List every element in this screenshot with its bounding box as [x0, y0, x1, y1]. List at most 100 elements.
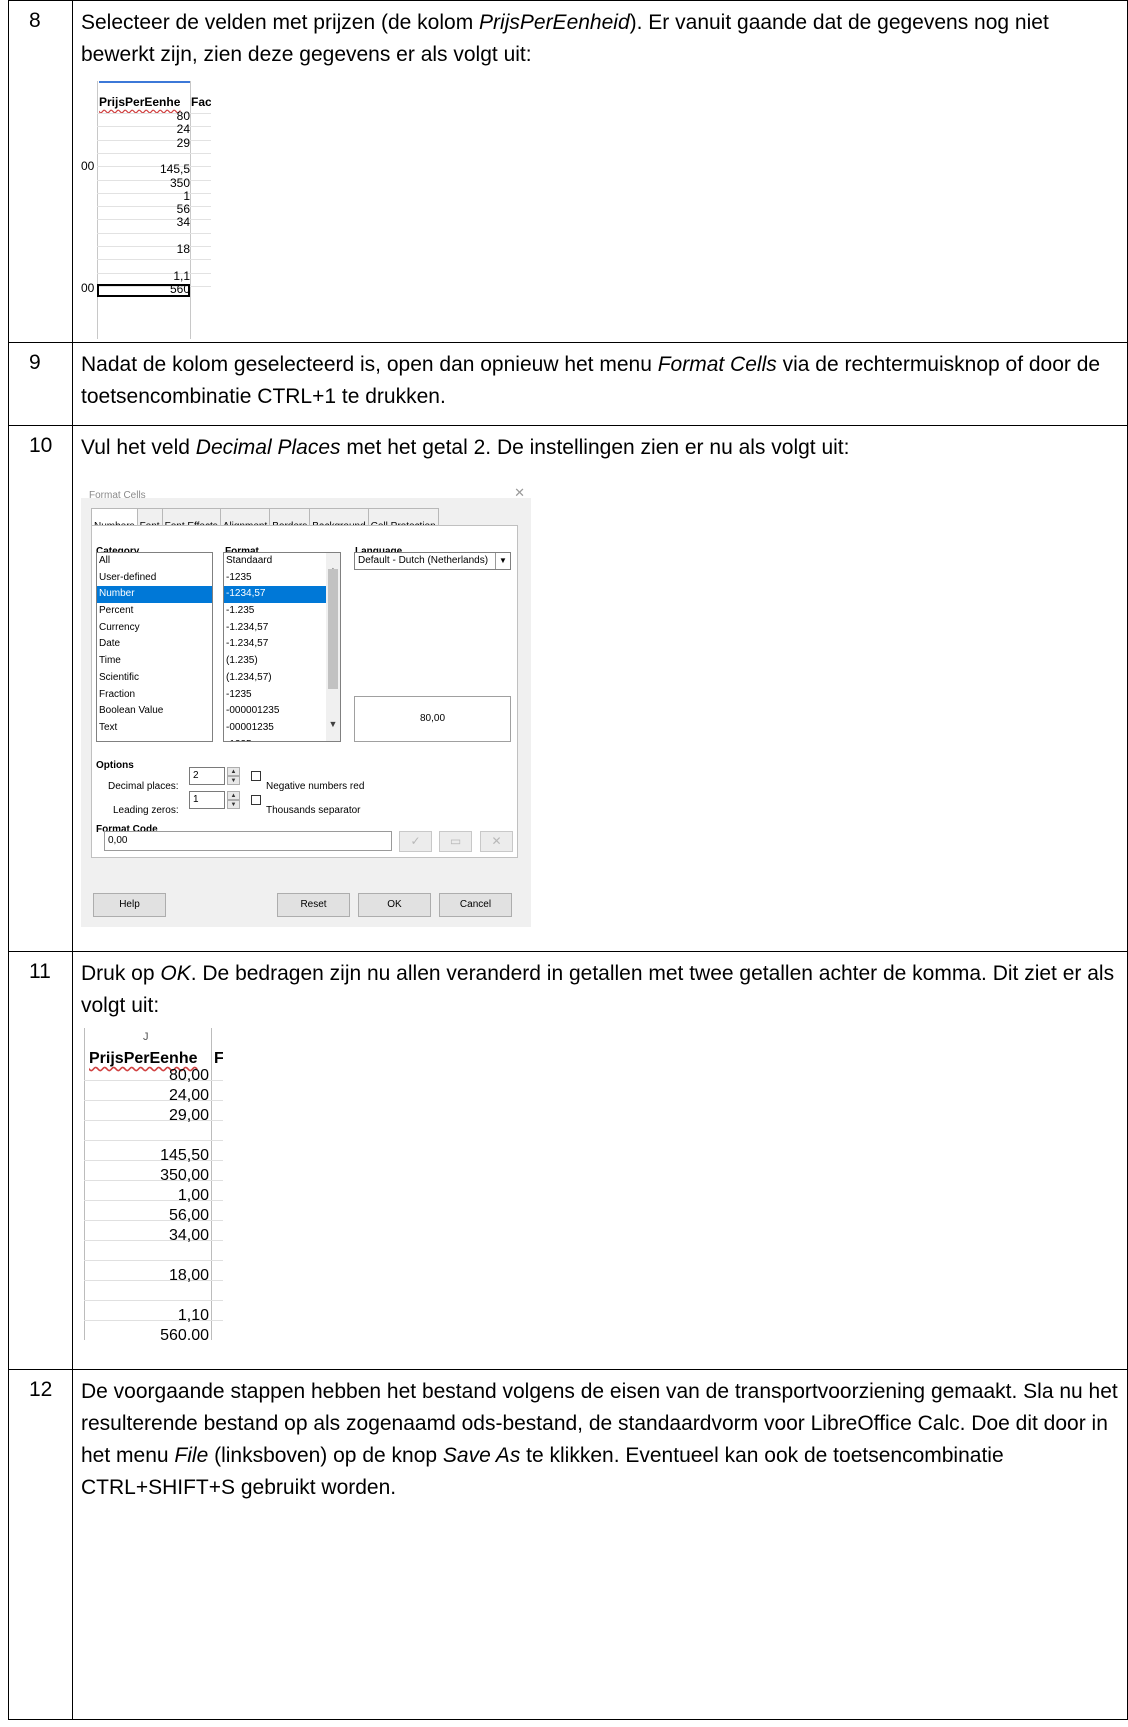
category-item[interactable]: Number — [97, 586, 212, 604]
steps-table: 8 Selecteer de velden met prijzen (de ko… — [8, 0, 1128, 1720]
format-item[interactable]: -1235 — [224, 687, 326, 704]
ok-button[interactable]: OK — [358, 893, 431, 917]
format-preview: 80,00 — [354, 696, 511, 742]
reset-button[interactable]: Reset — [277, 893, 350, 917]
format-item[interactable]: -1.234,57 — [224, 636, 326, 653]
cell-value[interactable]: 34,00 — [85, 1220, 209, 1252]
step-row-11: 11 Druk op OK. De bedragen zijn nu allen… — [8, 951, 1128, 1370]
tab-alignment[interactable]: Alignment — [219, 508, 271, 532]
step-content: Selecteer de velden met prijzen (de kolo… — [72, 0, 1128, 343]
step-text: Druk op OK. De bedragen zijn nu allen ve… — [81, 958, 1119, 1022]
category-item[interactable]: All — [97, 553, 212, 570]
leading-zeros-field[interactable]: 1 — [189, 791, 225, 809]
step-row-10: 10 Vul het veld Decimal Places met het g… — [8, 425, 1128, 952]
format-item[interactable]: Standaard — [224, 553, 326, 570]
step-text-emphasis: File — [174, 1444, 209, 1467]
category-item[interactable]: Time — [97, 653, 212, 670]
step-content: Druk op OK. De bedragen zijn nu allen ve… — [72, 951, 1128, 1370]
cell-value[interactable]: 29,00 — [85, 1100, 209, 1132]
next-column-header: F — [214, 1050, 223, 1067]
language-select[interactable]: Default - Dutch (Netherlands) ▼ — [354, 552, 511, 570]
category-list[interactable]: All User-defined Number Percent Currency Date… — [96, 552, 213, 742]
format-item[interactable]: -1.235 — [224, 603, 326, 620]
side-cell: 00 — [81, 281, 95, 295]
step-text-emphasis: Decimal Places — [195, 436, 341, 459]
chevron-down-icon[interactable]: ▼ — [495, 553, 510, 569]
category-item[interactable]: Text — [97, 720, 212, 737]
category-item[interactable]: Currency — [97, 620, 212, 637]
step-content: Vul het veld Decimal Places met het geta… — [72, 425, 1128, 952]
delete-icon[interactable]: ✕ — [480, 831, 513, 852]
step-row-12: 12 De voorgaande stappen hebben het best… — [8, 1369, 1128, 1720]
step-text-part: Druk op — [81, 962, 161, 985]
step-number: 9 — [8, 342, 73, 426]
preview-value: 80,00 — [419, 713, 446, 724]
tab-font[interactable]: Font — [136, 508, 163, 532]
category-item[interactable]: Fraction — [97, 687, 212, 704]
step-text: Vul het veld Decimal Places met het geta… — [81, 432, 1119, 464]
step-text: Nadat de kolom geselecteerd is, open dan… — [81, 349, 1119, 413]
format-item[interactable]: -1235 — [224, 737, 326, 741]
step-text-emphasis: Save As — [442, 1444, 521, 1467]
format-item[interactable]: -1234,57 — [224, 586, 326, 604]
cancel-button[interactable]: Cancel — [439, 893, 512, 917]
side-cell: 00 — [81, 159, 95, 173]
category-item[interactable]: Percent — [97, 603, 212, 620]
format-item[interactable]: -000001235 — [224, 703, 326, 720]
thousands-separator-checkbox[interactable] — [251, 795, 261, 805]
numbers-panel: Category Format Language AllUser-defined… — [91, 525, 518, 858]
category-item[interactable]: Boolean Value — [97, 703, 212, 720]
step-content: Nadat de kolom geselecteerd is, open dan… — [72, 342, 1128, 426]
step-text-emphasis: OK — [160, 962, 191, 985]
format-item[interactable]: (1.234,57) — [224, 670, 326, 687]
step-text-part: (linksboven) op de knop — [208, 1444, 443, 1467]
step-text-part: Vul het veld — [81, 436, 196, 459]
format-cells-dialog: Format Cells ✕ Numbers Font Font Effects… — [81, 472, 531, 927]
dialog-tabs: Numbers Font Font Effects Alignment Bord… — [91, 508, 439, 532]
format-item[interactable]: -00001235 — [224, 720, 326, 737]
tab-background[interactable]: Background — [309, 508, 369, 532]
scroll-down-icon[interactable]: ▼ — [326, 708, 340, 740]
tab-borders[interactable]: Borders — [269, 508, 311, 532]
step-row-8: 8 Selecteer de velden met prijzen (de ko… — [8, 0, 1128, 343]
step-text-emphasis: PrijsPerEenheid — [479, 11, 630, 34]
category-item[interactable]: User-defined — [97, 570, 212, 587]
tab-cell-protection[interactable]: Cell Protection — [367, 508, 439, 532]
thousands-separator-label: Thousands separator — [266, 805, 361, 816]
spreadsheet-before: PrijsPerEenhe Fac 80 24 29 145,5 350 1 56 34 18 1… — [81, 81, 211, 339]
comment-icon[interactable]: ▭ — [439, 831, 472, 852]
tab-numbers[interactable]: Numbers — [91, 508, 138, 532]
tab-font-effects[interactable]: Font Effects — [161, 508, 221, 532]
cell-value[interactable]: 560,00 — [85, 1320, 209, 1340]
close-icon[interactable]: ✕ — [514, 477, 525, 509]
spin-down-icon[interactable]: ▼ — [227, 800, 240, 809]
cell-value[interactable]: 18,00 — [85, 1260, 209, 1292]
dialog-titlebar: Format Cells ✕ — [81, 472, 531, 501]
step-number: 8 — [8, 0, 73, 343]
format-list-scrollbar[interactable]: ▲ ▼ — [326, 553, 340, 741]
category-item[interactable]: Date — [97, 636, 212, 653]
format-item[interactable]: -1.234,57 — [224, 620, 326, 637]
spin-up-icon[interactable]: ▲ — [227, 767, 240, 776]
category-item[interactable]: Scientific — [97, 670, 212, 687]
step-text-part: Selecteer de velden met prijzen (de kolo… — [81, 11, 480, 34]
spin-down-icon[interactable]: ▼ — [227, 776, 240, 785]
step-number: 11 — [8, 951, 73, 1370]
spin-up-icon[interactable]: ▲ — [227, 791, 240, 800]
negative-red-checkbox[interactable] — [251, 771, 261, 781]
active-cell[interactable] — [97, 284, 190, 297]
format-list[interactable]: Standaard -1235 -1234,57 -1.235 -1.234,57 -1.… — [223, 552, 341, 742]
step-text: De voorgaande stappen hebben het bestand… — [81, 1376, 1119, 1504]
help-button[interactable]: Help — [93, 893, 166, 917]
step-content: De voorgaande stappen hebben het bestand… — [72, 1369, 1128, 1720]
format-item[interactable]: (1.235) — [224, 653, 326, 670]
format-item[interactable]: -1235 — [224, 570, 326, 587]
checkmark-icon[interactable]: ✓ — [399, 831, 432, 852]
decimal-places-field[interactable]: 2 — [189, 767, 225, 785]
language-value: Default - Dutch (Netherlands) — [358, 555, 489, 566]
step-text: Selecteer de velden met prijzen (de kolo… — [81, 7, 1119, 71]
step-text-part: Nadat de kolom geselecteerd is, open dan… — [81, 353, 658, 376]
step-text-part: . De bedragen zijn nu allen veranderd in… — [81, 962, 1115, 1017]
format-code-input[interactable]: 0,00 — [104, 831, 392, 851]
step-number: 10 — [8, 425, 73, 952]
